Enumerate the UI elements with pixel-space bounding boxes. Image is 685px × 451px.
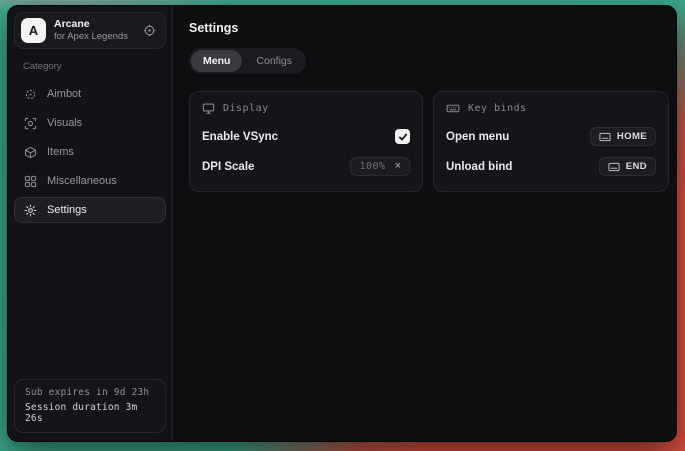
keyboard-icon xyxy=(599,132,611,142)
keyboard-icon xyxy=(608,162,620,172)
grid-icon xyxy=(24,175,37,188)
dpi-scale-value: 100% xyxy=(359,161,385,172)
sidebar-item-visuals[interactable]: Visuals xyxy=(14,110,166,136)
sidebar: A Arcane for Apex Legends Category xyxy=(8,6,173,441)
brand-subtitle: for Apex Legends xyxy=(54,31,128,43)
app-logo: A xyxy=(21,18,46,43)
app-window: A Arcane for Apex Legends Category xyxy=(7,5,677,442)
gear-icon xyxy=(24,204,37,217)
vsync-label: Enable VSync xyxy=(202,131,278,143)
settings-cards: Display Enable VSync DP xyxy=(189,91,669,192)
open-menu-key: HOME xyxy=(617,131,647,142)
tab-configs[interactable]: Configs xyxy=(244,50,304,72)
cube-icon xyxy=(24,146,37,159)
clear-icon[interactable]: × xyxy=(395,161,401,172)
open-menu-row: Open menu HOME xyxy=(446,124,656,149)
brand-text: Arcane for Apex Legends xyxy=(54,18,128,43)
scan-icon xyxy=(24,117,37,130)
dpi-scale-input[interactable]: 100% × xyxy=(350,157,410,176)
sidebar-item-label: Miscellaneous xyxy=(47,175,117,187)
unload-bind-key: END xyxy=(626,161,647,172)
sub-expiry-text: Sub expires in 9d 23h xyxy=(25,387,155,398)
sidebar-item-label: Items xyxy=(47,146,74,158)
main-content: Settings Menu Configs Display xyxy=(173,6,677,441)
unload-bind-keybind[interactable]: END xyxy=(599,157,656,176)
dpi-scale-label: DPI Scale xyxy=(202,161,254,173)
crosshair-icon xyxy=(24,88,37,101)
sidebar-item-aimbot[interactable]: Aimbot xyxy=(14,81,166,107)
target-icon[interactable] xyxy=(143,24,156,37)
keybinds-card-header: Key binds xyxy=(446,102,656,115)
unload-bind-label: Unload bind xyxy=(446,161,512,173)
sidebar-item-miscellaneous[interactable]: Miscellaneous xyxy=(14,168,166,194)
subscription-info-card: Sub expires in 9d 23h Session duration 3… xyxy=(14,379,166,433)
brand-card[interactable]: A Arcane for Apex Legends xyxy=(14,12,166,49)
sidebar-item-items[interactable]: Items xyxy=(14,139,166,165)
unload-bind-row: Unload bind END xyxy=(446,154,656,179)
vsync-row: Enable VSync xyxy=(202,124,410,149)
keybinds-card: Key binds Open menu HOME xyxy=(433,91,669,192)
tab-group: Menu Configs xyxy=(189,48,306,74)
brand-name: Arcane xyxy=(54,18,128,31)
tab-menu[interactable]: Menu xyxy=(191,50,242,72)
display-card-header: Display xyxy=(202,102,410,115)
dpi-scale-row: DPI Scale 100% × xyxy=(202,154,410,179)
display-card-title: Display xyxy=(223,103,269,114)
keybinds-card-title: Key binds xyxy=(468,103,527,114)
sidebar-item-label: Visuals xyxy=(47,117,82,129)
page-title: Settings xyxy=(189,21,669,35)
sidebar-nav: Aimbot Visuals xyxy=(14,81,166,223)
vsync-checkbox[interactable] xyxy=(395,129,410,144)
checkmark-icon xyxy=(398,129,408,147)
desktop-background: A Arcane for Apex Legends Category xyxy=(0,0,685,451)
sidebar-item-settings[interactable]: Settings xyxy=(14,197,166,223)
monitor-icon xyxy=(202,102,215,115)
open-menu-keybind[interactable]: HOME xyxy=(590,127,656,146)
sidebar-item-label: Aimbot xyxy=(47,88,81,100)
session-duration-text: Session duration 3m 26s xyxy=(25,402,155,424)
open-menu-label: Open menu xyxy=(446,131,509,143)
category-label: Category xyxy=(23,61,166,72)
keyboard-icon xyxy=(446,102,460,115)
display-card: Display Enable VSync DP xyxy=(189,91,423,192)
sidebar-item-label: Settings xyxy=(47,204,87,216)
